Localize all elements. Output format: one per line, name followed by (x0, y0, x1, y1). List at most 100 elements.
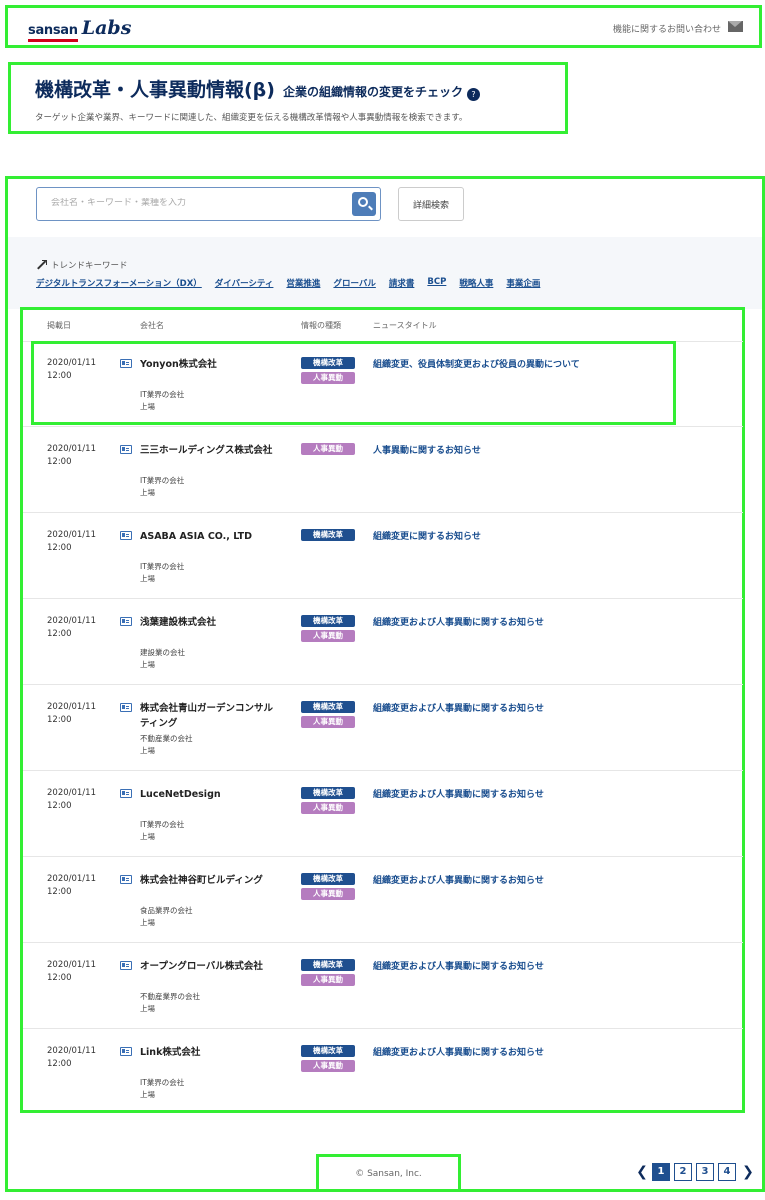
page-description: ターゲット企業や業界、キーワードに関連した、組織変更を伝える機構改革情報や人事異… (35, 113, 468, 123)
trend-keyword-link[interactable]: ダイバーシティ (215, 277, 274, 289)
trend-keyword-list: デジタルトランスフォーメーション（DX） ダイバーシティ 営業推進 グローバル … (36, 277, 553, 289)
company-industry: IT業界の会社 (140, 476, 185, 485)
company-industry: 不動産業の会社 (140, 734, 193, 743)
trend-keywords-panel: トレンドキーワード デジタルトランスフォーメーション（DX） ダイバーシティ 営… (8, 237, 762, 309)
page-2-button[interactable]: 2 (674, 1163, 692, 1181)
prev-page-icon[interactable]: ❮ (636, 1164, 648, 1180)
trend-heading: トレンドキーワード (36, 259, 128, 271)
company-card-icon[interactable] (120, 531, 132, 540)
search-button[interactable] (352, 192, 376, 216)
help-icon[interactable]: ? (466, 88, 480, 101)
page-3-button[interactable]: 3 (696, 1163, 714, 1181)
mail-icon[interactable] (728, 21, 743, 32)
news-title-link[interactable]: 組織変更および人事異動に関するお知らせ (373, 1045, 544, 1058)
company-industry: IT業界の会社 (140, 562, 185, 571)
page-4-button[interactable]: 4 (718, 1163, 736, 1181)
sansan-labs-logo[interactable]: sansan Labs (28, 17, 131, 39)
tag-org-change: 機構改革 (301, 615, 355, 627)
header-company: 会社名 (140, 321, 164, 330)
news-title-link[interactable]: 組織変更に関するお知らせ (373, 529, 481, 542)
company-name[interactable]: Link株式会社 (140, 1045, 290, 1060)
trend-keyword-link[interactable]: 戦略人事 (459, 277, 493, 289)
tag-personnel-change: 人事異動 (301, 443, 355, 455)
company-card-icon[interactable] (120, 875, 132, 884)
company-listing: 上場 (140, 1004, 155, 1013)
search-box (36, 187, 381, 221)
search-icon (358, 197, 368, 207)
page-1-button[interactable]: 1 (652, 1163, 670, 1181)
tag-personnel-change: 人事異動 (301, 802, 355, 814)
tag-personnel-change: 人事異動 (301, 630, 355, 642)
news-title-link[interactable]: 組織変更および人事異動に関するお知らせ (373, 959, 544, 972)
copyright: © Sansan, Inc. (355, 1169, 422, 1179)
tag-personnel-change: 人事異動 (301, 974, 355, 986)
trend-keyword-link[interactable]: 営業推進 (286, 277, 320, 289)
logo-sub: Labs (81, 17, 132, 39)
trend-keyword-link[interactable]: 事業企画 (506, 277, 540, 289)
results-table: 掲載日 会社名 情報の種類 ニュースタイトル 2020/01/11 12:00 Y… (20, 307, 745, 1113)
company-name[interactable]: 三三ホールディングス株式会社 (140, 443, 310, 458)
trend-keyword-link[interactable]: デジタルトランスフォーメーション（DX） (36, 277, 202, 289)
trend-keyword-link[interactable]: BCP (427, 277, 446, 289)
header-news: ニュースタイトル (373, 321, 437, 330)
news-title-link[interactable]: 組織変更および人事異動に関するお知らせ (373, 701, 544, 714)
company-industry: 食品業界の会社 (140, 906, 193, 915)
table-row[interactable]: 2020/01/11 12:00 Link株式会社 IT業界の会社 上場 機構改革… (23, 1030, 743, 1115)
tag-org-change: 機構改革 (301, 959, 355, 971)
page-title-block: 機構改革・人事異動情報(β) 企業の組織情報の変更をチェック ? ターゲット企業… (8, 62, 568, 134)
company-card-icon[interactable] (120, 445, 132, 454)
company-card-icon[interactable] (120, 789, 132, 798)
company-name[interactable]: 株式会社神谷町ビルディング (140, 873, 290, 888)
trend-keyword-link[interactable]: 請求書 (389, 277, 415, 289)
table-row[interactable]: 2020/01/11 12:00 浅葉建設株式会社 建設業の会社 上場 機構改革 … (23, 600, 743, 685)
table-row[interactable]: 2020/01/11 12:00 三三ホールディングス株式会社 IT業界の会社 上… (23, 428, 743, 513)
company-name[interactable]: LuceNetDesign (140, 787, 290, 802)
company-listing: 上場 (140, 660, 155, 669)
table-row[interactable]: 2020/01/11 12:00 株式会社青山ガーデンコンサルティング 不動産業の… (23, 686, 743, 771)
company-industry: 建設業の会社 (140, 648, 185, 657)
company-card-icon[interactable] (120, 961, 132, 970)
company-card-icon[interactable] (120, 1047, 132, 1056)
trend-arrow-icon (36, 260, 47, 270)
pagination: ❮ 1 2 3 4 ❯ (636, 1163, 754, 1181)
table-row[interactable]: 2020/01/11 12:00 オープングローバル株式会社 不動産業界の会社 上… (23, 944, 743, 1029)
tag-personnel-change: 人事異動 (301, 888, 355, 900)
tag-personnel-change: 人事異動 (301, 1060, 355, 1072)
company-listing: 上場 (140, 746, 155, 755)
row-date: 2020/01/11 12:00 (47, 702, 96, 725)
company-card-icon[interactable] (120, 617, 132, 626)
next-page-icon[interactable]: ❯ (742, 1164, 754, 1180)
logo-main: sansan (28, 23, 78, 38)
header-type: 情報の種類 (301, 321, 341, 330)
company-card-icon[interactable] (120, 703, 132, 712)
table-row[interactable]: 2020/01/11 12:00 ASABA ASIA CO., LTD IT業界… (23, 514, 743, 599)
row-date: 2020/01/11 12:00 (47, 616, 96, 639)
company-name[interactable]: 株式会社青山ガーデンコンサルティング (140, 701, 275, 731)
company-listing: 上場 (140, 1090, 155, 1099)
trend-keyword-link[interactable]: グローバル (333, 277, 375, 289)
company-name[interactable]: 浅葉建設株式会社 (140, 615, 290, 630)
news-title-link[interactable]: 組織変更および人事異動に関するお知らせ (373, 787, 544, 800)
news-title-link[interactable]: 組織変更および人事異動に関するお知らせ (373, 873, 544, 886)
table-header: 掲載日 会社名 情報の種類 ニュースタイトル (23, 310, 743, 342)
table-row[interactable]: 2020/01/11 12:00 株式会社神谷町ビルディング 食品業界の会社 上場… (23, 858, 743, 943)
company-industry: IT業界の会社 (140, 1078, 185, 1087)
news-title-link[interactable]: 組織変更および人事異動に関するお知らせ (373, 615, 544, 628)
company-name[interactable]: オープングローバル株式会社 (140, 959, 290, 974)
company-listing: 上場 (140, 574, 155, 583)
row-date: 2020/01/11 12:00 (47, 788, 96, 811)
company-listing: 上場 (140, 488, 155, 497)
news-title-link[interactable]: 人事異動に関するお知らせ (373, 443, 481, 456)
contact-link[interactable]: 機能に関するお問い合わせ (613, 22, 721, 35)
advanced-search-button[interactable]: 詳細検索 (398, 187, 464, 221)
row-date: 2020/01/11 12:00 (47, 874, 96, 897)
tag-org-change: 機構改革 (301, 701, 355, 713)
tag-org-change: 機構改革 (301, 1045, 355, 1057)
company-name[interactable]: ASABA ASIA CO., LTD (140, 529, 290, 544)
search-input[interactable] (51, 198, 341, 208)
table-row[interactable]: 2020/01/11 12:00 LuceNetDesign IT業界の会社 上場… (23, 772, 743, 857)
row-date: 2020/01/11 12:00 (47, 444, 96, 467)
tag-org-change: 機構改革 (301, 873, 355, 885)
tag-personnel-change: 人事異動 (301, 716, 355, 728)
row-date: 2020/01/11 12:00 (47, 1046, 96, 1069)
